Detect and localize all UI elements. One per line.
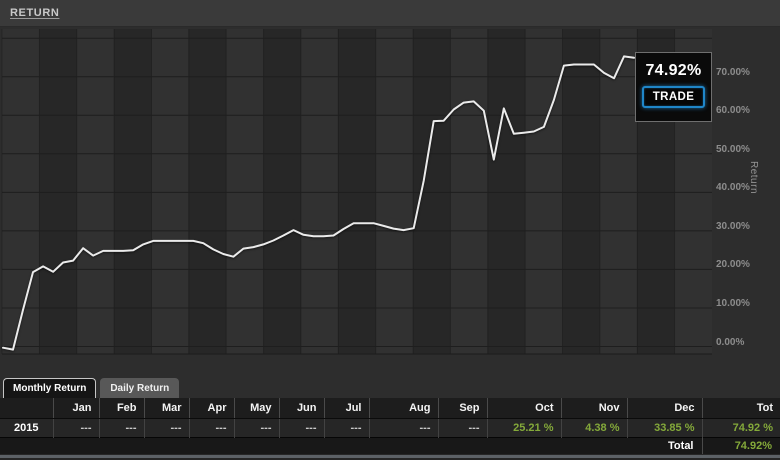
column-header-may: May xyxy=(234,398,280,419)
cell-feb: --- xyxy=(99,418,145,438)
cell-jul: --- xyxy=(324,418,370,438)
cell-apr: --- xyxy=(189,418,235,438)
trade-button[interactable]: TRADE xyxy=(641,86,706,108)
y-axis-tick-label: 20.00% xyxy=(716,259,750,270)
column-header-jun: Jun xyxy=(279,398,325,419)
table-body: 2015 --- --- --- --- --- --- --- --- --- 25.21 % 4.… xyxy=(0,418,780,438)
column-header-feb: Feb xyxy=(99,398,145,419)
plot-band xyxy=(487,29,526,354)
y-axis-tick-label: 60.00% xyxy=(716,105,750,116)
column-header-aug: Aug xyxy=(369,398,439,419)
plot-band xyxy=(599,29,638,354)
plot-band xyxy=(226,29,264,354)
topbar: RETURN xyxy=(0,0,780,27)
y-axis-tick-label: 50.00% xyxy=(716,144,750,155)
plot-band xyxy=(338,29,376,354)
cell-jan: --- xyxy=(53,418,100,438)
plot-band xyxy=(76,29,115,354)
cell-aug: --- xyxy=(369,418,439,438)
cell-sep: --- xyxy=(438,418,488,438)
y-axis-tick-label: 70.00% xyxy=(716,67,750,78)
plot-band xyxy=(151,29,189,354)
plot-band xyxy=(300,29,339,354)
cell-dec: 33.85 % xyxy=(627,418,703,438)
column-header-dec: Dec xyxy=(627,398,703,419)
cell-oct: 25.21 % xyxy=(487,418,562,438)
table-tabs: Monthly Return Daily Return xyxy=(0,375,780,398)
column-header-jul: Jul xyxy=(324,398,370,419)
tab-daily-return[interactable]: Daily Return xyxy=(100,378,180,398)
column-header-oct: Oct xyxy=(487,398,562,419)
year-column-header xyxy=(0,398,54,419)
plot-band xyxy=(450,29,488,354)
scrollbar-track xyxy=(0,454,780,460)
chart-tooltip: 74.92% TRADE xyxy=(635,52,712,122)
plot-band xyxy=(188,29,227,354)
column-header-jan: Jan xyxy=(53,398,100,419)
cell-jun: --- xyxy=(279,418,325,438)
table-head: Jan Feb Mar Apr May Jun Jul Aug Sep Oct Nov Dec Tot xyxy=(0,398,780,419)
column-header-sep: Sep xyxy=(438,398,488,419)
total-value: 74.92% xyxy=(702,437,780,454)
plot-band xyxy=(375,29,414,354)
total-label: Total xyxy=(0,437,703,454)
y-axis-tick-label: 40.00% xyxy=(716,182,750,193)
column-header-nov: Nov xyxy=(561,398,628,419)
y-axis-tick-label: 0.00% xyxy=(716,337,745,348)
plot-band xyxy=(413,29,451,354)
cell-tot: 74.92 % xyxy=(702,418,780,438)
row-year: 2015 xyxy=(0,418,54,438)
table-header-row: Jan Feb Mar Apr May Jun Jul Aug Sep Oct Nov Dec Tot xyxy=(0,398,780,419)
column-header-mar: Mar xyxy=(144,398,190,419)
section-title-return[interactable]: RETURN xyxy=(10,7,59,19)
plot-band xyxy=(562,29,600,354)
monthly-return-table: Jan Feb Mar Apr May Jun Jul Aug Sep Oct Nov Dec Tot … xyxy=(0,398,780,454)
column-header-apr: Apr xyxy=(189,398,235,419)
tab-monthly-return[interactable]: Monthly Return xyxy=(3,378,97,398)
table-row: 2015 --- --- --- --- --- --- --- --- --- 25.21 % 4.… xyxy=(0,418,780,438)
column-header-tot: Tot xyxy=(702,398,780,419)
y-axis-tick-label: 30.00% xyxy=(716,221,750,232)
cell-nov: 4.38 % xyxy=(561,418,628,438)
tooltip-return-value: 74.92% xyxy=(645,62,702,79)
table-total-row: Total 74.92% xyxy=(0,437,780,454)
plot-band xyxy=(2,29,40,354)
cell-mar: --- xyxy=(144,418,190,438)
return-chart[interactable]: Return 74.92% TRADE 0.00% 10.00% 20.00% 30.… xyxy=(0,27,780,375)
plot-band xyxy=(525,29,563,354)
plot-band xyxy=(263,29,301,354)
table-foot: Total 74.92% xyxy=(0,437,780,454)
cell-may: --- xyxy=(234,418,280,438)
plot-band xyxy=(114,29,152,354)
plot-band xyxy=(39,29,77,354)
y-axis-tick-label: 10.00% xyxy=(716,298,750,309)
